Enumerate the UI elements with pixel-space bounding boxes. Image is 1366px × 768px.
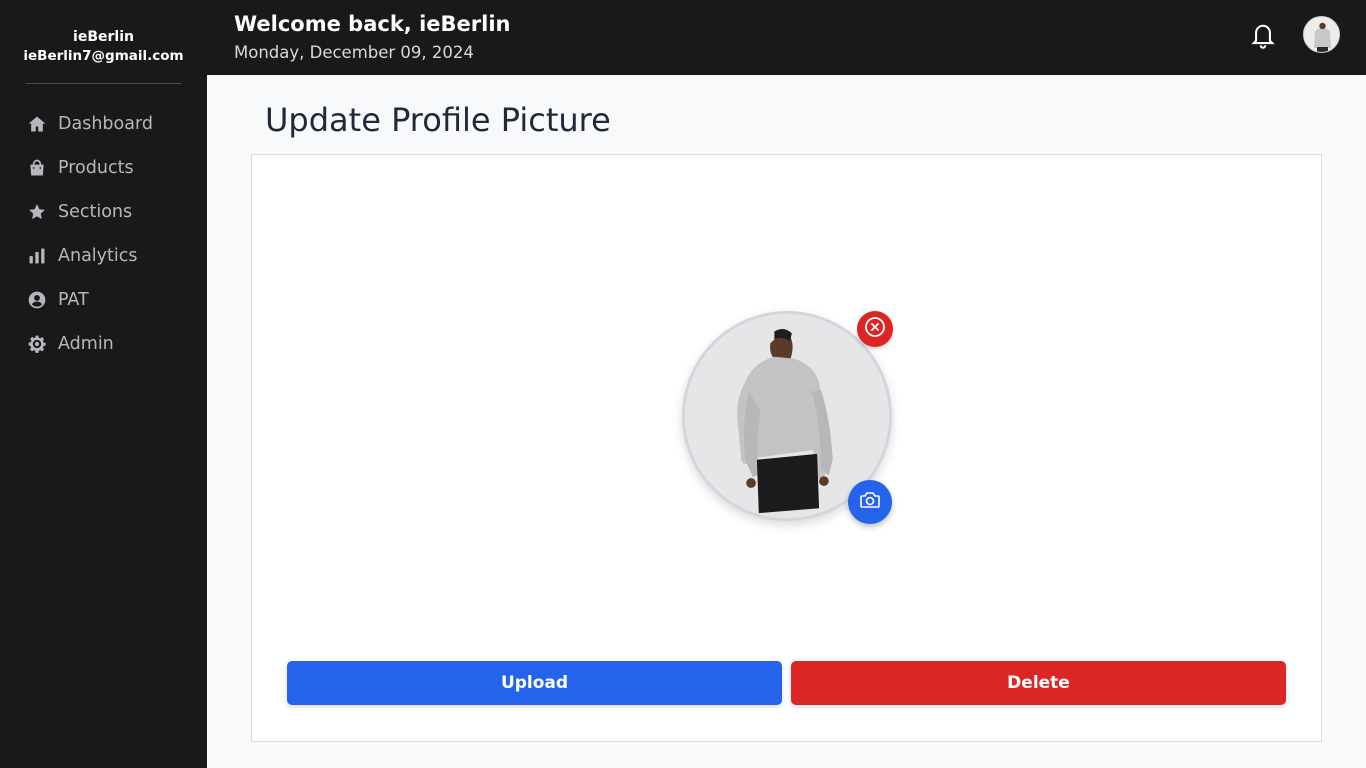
sidebar-user-info: ieBerlin ieBerlin7@gmail.com bbox=[0, 0, 207, 66]
page-title: Update Profile Picture bbox=[265, 101, 611, 139]
sidebar-item-analytics[interactable]: Analytics bbox=[0, 234, 207, 278]
shopping-bag-icon bbox=[27, 158, 47, 178]
bell-icon[interactable] bbox=[1249, 20, 1277, 50]
sidebar-item-label: Admin bbox=[58, 334, 114, 354]
sidebar-nav: Dashboard Products Sections Analytics PA… bbox=[0, 102, 207, 366]
sidebar-item-admin[interactable]: Admin bbox=[0, 322, 207, 366]
user-email: ieBerlin7@gmail.com bbox=[23, 48, 184, 64]
camera-icon bbox=[858, 488, 882, 516]
delete-button[interactable]: Delete bbox=[791, 661, 1286, 705]
home-icon bbox=[27, 114, 47, 134]
bar-chart-icon bbox=[27, 246, 47, 266]
avatar[interactable] bbox=[1303, 16, 1340, 53]
sidebar-divider bbox=[26, 83, 181, 84]
sidebar-item-pat[interactable]: PAT bbox=[0, 278, 207, 322]
welcome-message: Welcome back, ieBerlin bbox=[234, 12, 511, 36]
user-name: ieBerlin bbox=[73, 29, 134, 45]
remove-photo-button[interactable] bbox=[857, 311, 893, 347]
sidebar-item-dashboard[interactable]: Dashboard bbox=[0, 102, 207, 146]
user-circle-icon bbox=[27, 290, 47, 310]
change-photo-button[interactable] bbox=[848, 480, 892, 524]
sidebar-item-label: PAT bbox=[58, 290, 89, 310]
sidebar-item-sections[interactable]: Sections bbox=[0, 190, 207, 234]
gear-icon bbox=[27, 334, 47, 354]
star-icon bbox=[27, 202, 47, 222]
sidebar-item-label: Sections bbox=[58, 202, 133, 222]
sidebar-item-products[interactable]: Products bbox=[0, 146, 207, 190]
current-date: Monday, December 09, 2024 bbox=[234, 43, 474, 62]
profile-picture-card: Upload Delete bbox=[251, 154, 1322, 742]
top-header: Welcome back, ieBerlin Monday, December … bbox=[207, 0, 1366, 75]
sidebar-item-label: Dashboard bbox=[58, 114, 153, 134]
upload-button[interactable]: Upload bbox=[287, 661, 782, 705]
sidebar: ieBerlin ieBerlin7@gmail.com Dashboard P… bbox=[0, 0, 207, 768]
sidebar-item-label: Products bbox=[58, 158, 134, 178]
sidebar-item-label: Analytics bbox=[58, 246, 138, 266]
close-circle-icon bbox=[863, 315, 887, 343]
